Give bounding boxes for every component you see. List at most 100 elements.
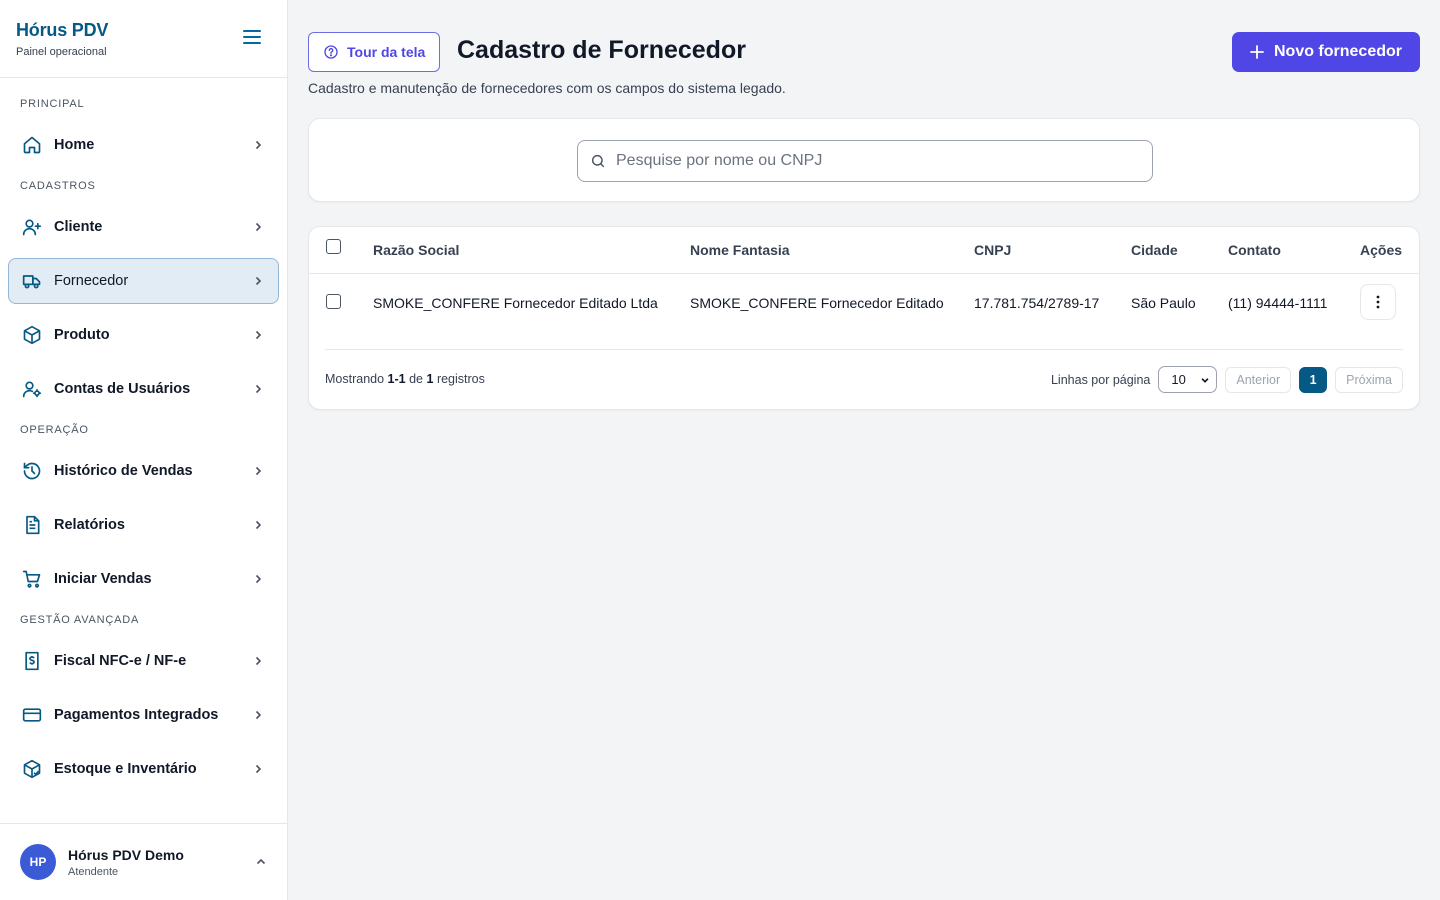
column-header-acoes: Ações xyxy=(1360,242,1403,258)
column-header-cidade[interactable]: Cidade xyxy=(1131,242,1178,258)
pagination-controls: Linhas por página 10 Anterior 1 Próxima xyxy=(1051,366,1403,393)
cell-nome-fantasia: SMOKE_CONFERE Fornecedor Editado xyxy=(690,295,944,311)
tour-button[interactable]: Tour da tela xyxy=(308,32,441,72)
row-actions-button[interactable] xyxy=(1360,284,1396,320)
page-description: Cadastro e manutenção de fornecedores co… xyxy=(308,80,786,96)
user-gear-icon xyxy=(21,378,43,400)
showing-of: de xyxy=(409,372,424,386)
sidebar-item-pagamentos[interactable]: Pagamentos Integrados xyxy=(8,692,279,738)
chevron-right-icon xyxy=(255,384,262,394)
cell-cnpj: 17.781.754/2789-17 xyxy=(974,295,1100,311)
column-header-nome-fantasia[interactable]: Nome Fantasia xyxy=(690,242,790,258)
section-label-cadastros: CADASTROS xyxy=(20,180,96,192)
section-label-gestao-avancada: GESTÃO AVANÇADA xyxy=(20,614,140,626)
chevron-right-icon xyxy=(255,656,262,666)
select-all-checkbox[interactable] xyxy=(326,239,341,254)
showing-total: 1 xyxy=(426,372,434,386)
rows-per-page-value: 10 xyxy=(1171,372,1186,387)
sidebar-item-label: Home xyxy=(54,137,95,153)
user-plus-icon xyxy=(21,216,43,238)
sidebar-item-contas-usuarios[interactable]: Contas de Usuários xyxy=(8,366,279,412)
report-icon xyxy=(21,514,43,536)
new-supplier-button[interactable]: Novo fornecedor xyxy=(1231,32,1420,72)
history-icon xyxy=(21,460,43,482)
page-title: Cadastro de Fornecedor xyxy=(457,36,746,64)
chevron-right-icon xyxy=(255,574,262,584)
inventory-icon xyxy=(21,758,43,780)
brand-title: Hórus PDV xyxy=(16,20,109,40)
search-input[interactable] xyxy=(616,152,1140,170)
fiscal-icon xyxy=(21,650,43,672)
user-name: Hórus PDV Demo xyxy=(68,846,184,863)
sidebar-item-produto[interactable]: Produto xyxy=(8,312,279,358)
help-circle-icon xyxy=(324,45,338,59)
showing-range: 1-1 xyxy=(387,372,406,386)
sidebar: Hórus PDV Painel operacional PRINCIPAL H… xyxy=(0,0,288,900)
row-checkbox[interactable] xyxy=(326,294,341,309)
sidebar-item-home[interactable]: Home xyxy=(8,122,279,168)
plus-icon xyxy=(1250,45,1264,59)
suppliers-table: Razão Social Nome Fantasia CNPJ Cidade C… xyxy=(308,226,1420,410)
tour-button-label: Tour da tela xyxy=(347,44,426,60)
sidebar-item-label: Histórico de Vendas xyxy=(54,463,193,479)
chevron-right-icon xyxy=(255,276,262,286)
user-role: Atendente xyxy=(68,865,119,878)
cart-icon xyxy=(21,568,43,590)
chevron-right-icon xyxy=(255,764,262,774)
cell-razao-social: SMOKE_CONFERE Fornecedor Editado Ltda xyxy=(373,295,658,311)
chevron-right-icon xyxy=(255,330,262,340)
sidebar-nav: PRINCIPAL Home CADASTROS Cliente Fornece… xyxy=(0,78,287,823)
showing-suffix: registros xyxy=(436,372,485,386)
main-content: Tour da tela Cadastro de Fornecedor Cada… xyxy=(288,0,1440,900)
sidebar-item-label: Produto xyxy=(54,327,110,343)
chevron-right-icon xyxy=(255,466,262,476)
table-row[interactable]: SMOKE_CONFERE Fornecedor Editado Ltda SM… xyxy=(309,274,1419,336)
column-header-contato[interactable]: Contato xyxy=(1228,242,1281,258)
previous-page-button[interactable]: Anterior xyxy=(1225,366,1292,393)
table-header: Razão Social Nome Fantasia CNPJ Cidade C… xyxy=(309,227,1419,274)
sidebar-item-label: Iniciar Vendas xyxy=(54,571,152,587)
sidebar-item-historico-vendas[interactable]: Histórico de Vendas xyxy=(8,448,279,494)
sidebar-item-cliente[interactable]: Cliente xyxy=(8,204,279,250)
brand-header: Hórus PDV Painel operacional xyxy=(0,0,287,78)
search-icon xyxy=(591,154,605,168)
chevron-right-icon xyxy=(255,520,262,530)
column-header-razao-social[interactable]: Razão Social xyxy=(373,242,459,258)
sidebar-item-iniciar-vendas[interactable]: Iniciar Vendas xyxy=(8,556,279,602)
chevron-right-icon xyxy=(255,140,262,150)
sidebar-item-estoque[interactable]: Estoque e Inventário xyxy=(8,746,279,792)
home-icon xyxy=(21,134,43,156)
sidebar-item-label: Fornecedor xyxy=(54,273,129,289)
new-supplier-label: Novo fornecedor xyxy=(1273,43,1402,60)
sidebar-item-label: Estoque e Inventário xyxy=(54,761,197,777)
brand-subtitle: Painel operacional xyxy=(16,46,107,58)
sidebar-item-fornecedor[interactable]: Fornecedor xyxy=(8,258,279,304)
avatar: HP xyxy=(20,844,56,880)
column-header-cnpj[interactable]: CNPJ xyxy=(974,242,1011,258)
section-label-operacao: OPERAÇÃO xyxy=(20,424,89,436)
sidebar-item-label: Cliente xyxy=(54,219,103,235)
credit-card-icon xyxy=(21,704,43,726)
rows-per-page-label: Linhas por página xyxy=(1050,372,1151,387)
rows-per-page-select[interactable]: 10 xyxy=(1158,366,1218,393)
chevron-right-icon xyxy=(255,222,262,232)
showing-prefix: Mostrando xyxy=(325,372,385,386)
search-field[interactable] xyxy=(577,140,1153,182)
hamburger-menu-icon[interactable] xyxy=(243,28,261,46)
chevron-right-icon xyxy=(255,710,262,720)
sidebar-item-label: Contas de Usuários xyxy=(54,381,191,397)
sidebar-item-label: Relatórios xyxy=(54,517,125,533)
current-page-button[interactable]: 1 xyxy=(1299,366,1328,393)
sidebar-item-fiscal[interactable]: Fiscal NFC-e / NF-e xyxy=(8,638,279,684)
more-vertical-icon xyxy=(1376,295,1380,309)
next-page-button[interactable]: Próxima xyxy=(1335,366,1403,393)
section-label-principal: PRINCIPAL xyxy=(20,98,85,110)
truck-icon xyxy=(21,270,43,292)
sidebar-item-relatorios[interactable]: Relatórios xyxy=(8,502,279,548)
search-card xyxy=(308,118,1420,202)
chevron-down-icon xyxy=(1201,377,1209,383)
chevron-up-icon[interactable] xyxy=(255,856,267,868)
cell-cidade: São Paulo xyxy=(1131,295,1196,311)
table-divider xyxy=(325,349,1403,350)
user-profile[interactable]: HP Hórus PDV Demo Atendente xyxy=(0,823,287,900)
